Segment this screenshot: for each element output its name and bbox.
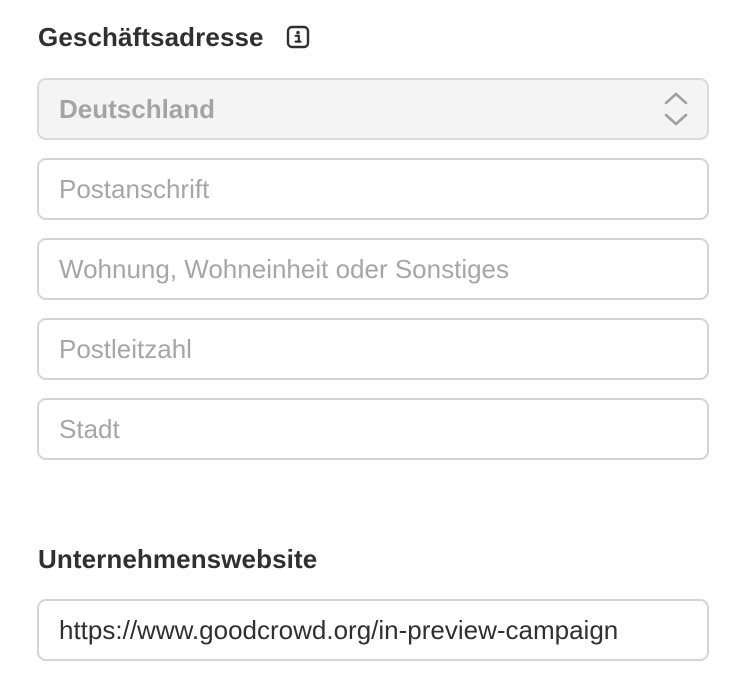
postal-code-input[interactable] [59, 333, 687, 365]
apartment-field[interactable] [37, 238, 709, 300]
business-address-heading: Geschäftsadresse [38, 18, 310, 56]
company-website-heading: Unternehmenswebsite [38, 540, 317, 578]
chevron-up-down-icon [663, 91, 689, 127]
city-field[interactable] [37, 398, 709, 460]
postal-code-field[interactable] [37, 318, 709, 380]
website-input[interactable] [59, 614, 687, 646]
business-address-heading-label: Geschäftsadresse [38, 21, 264, 52]
street-address-input[interactable] [59, 173, 687, 205]
company-website-heading-label: Unternehmenswebsite [38, 543, 318, 574]
info-icon[interactable] [286, 25, 310, 49]
apartment-input[interactable] [59, 253, 687, 285]
street-address-field[interactable] [37, 158, 709, 220]
website-field[interactable] [37, 599, 709, 661]
country-select[interactable]: Deutschland [37, 78, 709, 140]
city-input[interactable] [59, 413, 687, 445]
country-select-value: Deutschland [59, 93, 216, 124]
